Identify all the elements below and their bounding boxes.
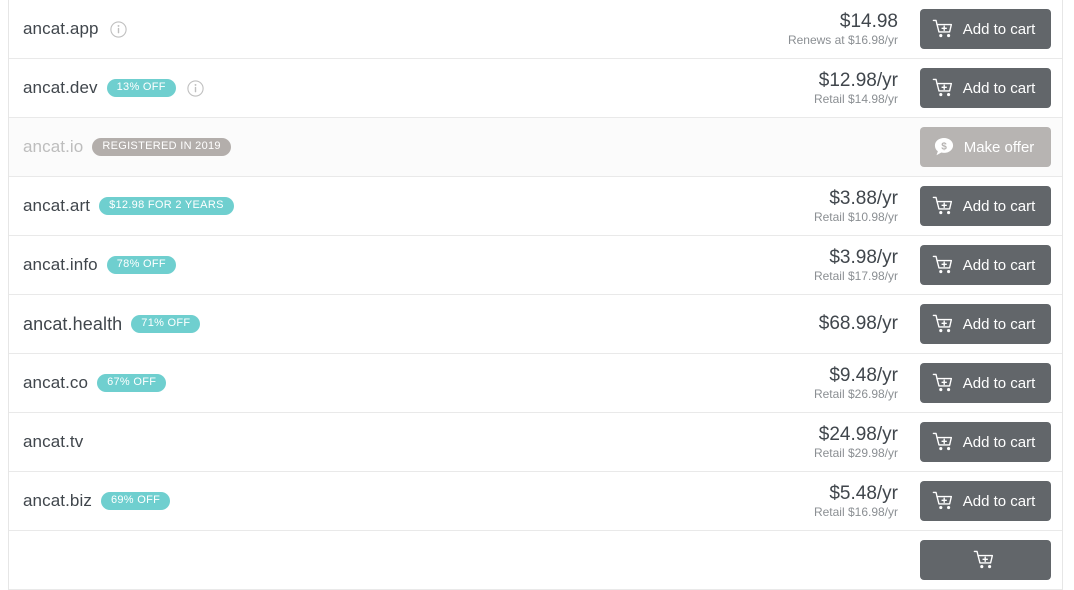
price-cell: $12.98/yr Retail $14.98/yr	[814, 70, 898, 107]
domain-result-row[interactable]: ancat.dev 13% OFF $12.98/yr Retail $14.9…	[9, 59, 1062, 118]
add-to-cart-icon	[932, 195, 954, 217]
domain-result-row[interactable]: ancat.io REGISTERED IN 2019 $ Make offer	[9, 118, 1062, 177]
domain-result-row[interactable]: ancat.biz 69% OFF $5.48/yr Retail $16.98…	[9, 472, 1062, 531]
domain-result-row[interactable]: ancat.art $12.98 FOR 2 YEARS $3.88/yr Re…	[9, 177, 1062, 236]
info-circle-icon[interactable]	[109, 20, 127, 38]
price-cell: $68.98/yr	[819, 313, 898, 334]
action-button-label: Add to cart	[962, 197, 1036, 215]
domain-name: ancat.io	[23, 137, 84, 156]
domain-cell: ancat.art $12.98 FOR 2 YEARS	[23, 196, 814, 216]
offer-bubble-icon: $	[933, 136, 955, 158]
add-to-cart-button[interactable]: Add to cart	[920, 304, 1051, 344]
add-to-cart-button[interactable]: Add to cart	[920, 481, 1051, 521]
domain-name: ancat.co	[23, 373, 89, 392]
add-to-cart-icon	[932, 254, 954, 276]
add-to-cart-icon	[932, 490, 954, 512]
price-cell: $5.48/yr Retail $16.98/yr	[814, 483, 898, 520]
info-circle-icon[interactable]	[187, 79, 204, 97]
add-to-cart-button[interactable]: Add to cart	[920, 186, 1051, 226]
domain-badge: 67% OFF	[97, 374, 167, 392]
action-button-label: Add to cart	[962, 256, 1036, 274]
domain-name: ancat.info	[23, 255, 98, 274]
action-button-label: Add to cart	[962, 20, 1036, 38]
add-to-cart-icon	[932, 431, 954, 453]
domain-badge: 13% OFF	[106, 79, 176, 97]
add-to-cart-button[interactable]	[920, 540, 1051, 580]
price-amount: $3.88/yr	[829, 187, 898, 209]
domain-name: ancat.health	[23, 313, 123, 334]
domain-badge: 78% OFF	[106, 256, 176, 274]
price-amount: $68.98/yr	[818, 313, 898, 335]
price-subtext: Retail $16.98/yr	[813, 504, 898, 519]
domain-badge: 71% OFF	[131, 315, 201, 333]
domain-result-row[interactable]	[9, 531, 1062, 590]
domain-cell: ancat.co 67% OFF	[23, 373, 814, 393]
domain-badge: $12.98 FOR 2 YEARS	[99, 197, 234, 215]
domain-results-list: ancat.app $14.98 Renews at $16.98/yr Add…	[8, 0, 1063, 590]
price-subtext: Retail $29.98/yr	[813, 445, 898, 460]
domain-name: ancat.app	[23, 19, 99, 38]
price-amount: $9.48/yr	[829, 364, 898, 386]
action-button-label: Add to cart	[962, 79, 1036, 97]
domain-result-row[interactable]: ancat.info 78% OFF $3.98/yr Retail $17.9…	[9, 236, 1062, 295]
add-to-cart-icon	[932, 313, 954, 335]
add-to-cart-icon	[932, 372, 954, 394]
price-amount: $3.98/yr	[829, 246, 898, 268]
price-cell: $3.98/yr Retail $17.98/yr	[814, 247, 898, 284]
add-to-cart-button[interactable]: Add to cart	[920, 245, 1051, 285]
domain-cell: ancat.info 78% OFF	[23, 255, 814, 275]
price-amount: $24.98/yr	[818, 423, 898, 445]
price-cell: $24.98/yr Retail $29.98/yr	[814, 424, 898, 461]
price-subtext: Renews at $16.98/yr	[787, 32, 898, 47]
price-subtext: Retail $26.98/yr	[813, 386, 898, 401]
price-amount: $14.98	[839, 10, 898, 32]
add-to-cart-button[interactable]: Add to cart	[920, 422, 1051, 462]
domain-badge: 69% OFF	[100, 492, 171, 510]
domain-cell: ancat.health 71% OFF	[23, 314, 819, 335]
action-button-label: Add to cart	[962, 492, 1036, 510]
domain-result-row[interactable]: ancat.app $14.98 Renews at $16.98/yr Add…	[9, 0, 1062, 59]
action-button-label: Add to cart	[962, 315, 1036, 333]
price-subtext: Retail $10.98/yr	[813, 209, 898, 224]
domain-cell: ancat.tv	[23, 432, 814, 452]
domain-cell: ancat.biz 69% OFF	[23, 491, 814, 511]
price-cell: $14.98 Renews at $16.98/yr	[788, 11, 898, 48]
price-amount: $5.48/yr	[829, 482, 898, 504]
domain-result-row[interactable]: ancat.tv $24.98/yr Retail $29.98/yr Add …	[9, 413, 1062, 472]
domain-name: ancat.art	[23, 196, 91, 215]
price-subtext: Retail $14.98/yr	[813, 91, 898, 106]
domain-name: ancat.tv	[23, 432, 84, 451]
add-to-cart-icon	[973, 549, 995, 571]
domain-name: ancat.dev	[23, 78, 98, 97]
add-to-cart-button[interactable]: Add to cart	[920, 363, 1051, 403]
price-subtext: Retail $17.98/yr	[813, 268, 898, 283]
price-amount: $12.98/yr	[818, 69, 898, 91]
action-button-label: Make offer	[963, 138, 1035, 156]
domain-result-row[interactable]: ancat.health 71% OFF $68.98/yr Add to ca…	[9, 295, 1062, 354]
add-to-cart-button[interactable]: Add to cart	[920, 68, 1051, 108]
domain-badge: REGISTERED IN 2019	[92, 138, 231, 156]
action-button-label: Add to cart	[962, 433, 1036, 451]
domain-result-row[interactable]: ancat.co 67% OFF $9.48/yr Retail $26.98/…	[9, 354, 1062, 413]
add-to-cart-icon	[932, 18, 954, 40]
price-cell: $3.88/yr Retail $10.98/yr	[814, 188, 898, 225]
add-to-cart-icon	[932, 77, 954, 99]
action-button-label: Add to cart	[962, 374, 1036, 392]
add-to-cart-button[interactable]: Add to cart	[920, 9, 1051, 49]
svg-text:$: $	[941, 141, 947, 152]
price-cell: $9.48/yr Retail $26.98/yr	[814, 365, 898, 402]
domain-cell: ancat.dev 13% OFF	[23, 78, 814, 98]
make-offer-button[interactable]: $ Make offer	[920, 127, 1051, 167]
domain-cell: ancat.app	[23, 19, 788, 39]
domain-cell: ancat.io REGISTERED IN 2019	[23, 137, 898, 157]
domain-name: ancat.biz	[23, 491, 92, 510]
